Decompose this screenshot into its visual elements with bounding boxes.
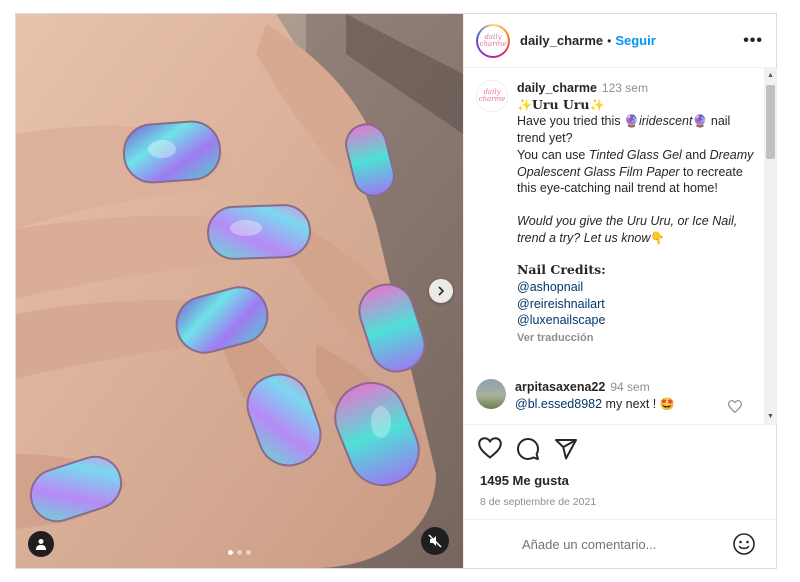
credit-link[interactable]: @reireishnailart: [517, 296, 755, 313]
tagged-users-button[interactable]: [28, 531, 54, 557]
carousel-dots: [228, 550, 251, 555]
user-icon: [36, 539, 46, 550]
caption-username[interactable]: daily_charme: [517, 81, 597, 95]
caption: daily charme daily_charme 123 sem ✨Uru Ur…: [476, 80, 761, 347]
emoji-icon[interactable]: [732, 532, 756, 556]
caption-time[interactable]: 123 sem: [602, 81, 648, 95]
crystal-ball-icon: 🔮: [624, 114, 639, 129]
caption-avatar[interactable]: daily charme: [476, 80, 508, 112]
likes-count[interactable]: 1495 Me gusta: [464, 461, 777, 488]
share-icon[interactable]: [554, 437, 578, 461]
brand-logo: daily charme: [479, 32, 507, 48]
crystal-ball-icon: 🔮: [692, 114, 708, 129]
pointing-down-icon: 👇: [650, 230, 666, 245]
brand-logo: daily charme: [478, 88, 506, 103]
comment-time[interactable]: 94 sem: [610, 380, 649, 394]
post-sidebar: daily charme daily_charme • Seguir ••• d…: [463, 14, 777, 568]
chevron-right-icon: [438, 286, 445, 296]
nails-photo: [16, 14, 463, 568]
post-date[interactable]: 8 de septiembre de 2021: [464, 488, 777, 508]
credit-link[interactable]: @luxenailscape: [517, 312, 755, 329]
next-slide-button[interactable]: [429, 279, 453, 303]
scroll-thumb[interactable]: [766, 85, 775, 159]
comment-input[interactable]: [520, 536, 724, 553]
sparkles-icon: ✨: [589, 97, 605, 112]
comments-scrollbar[interactable]: ▲ ▼: [764, 68, 777, 424]
comment-mention[interactable]: @bl.essed8982: [515, 397, 602, 411]
carousel-dot: [237, 550, 242, 555]
commenter-avatar[interactable]: [476, 379, 506, 409]
star-struck-icon: 🤩: [659, 397, 675, 411]
more-icon[interactable]: •••: [743, 32, 763, 50]
mute-button[interactable]: [421, 527, 449, 555]
mute-icon: [428, 534, 442, 548]
translate-link[interactable]: Ver traducción: [517, 332, 593, 344]
carousel-dot: [246, 550, 251, 555]
post-dialog: daily charme daily_charme • Seguir ••• d…: [15, 13, 777, 569]
caption-line2: You can use Tinted Glass Gel and Dreamy …: [517, 147, 754, 196]
sparkles-icon: ✨: [517, 97, 532, 112]
caption-line1: Have you tried this 🔮iridescent🔮 nail tr…: [517, 114, 731, 146]
comments-panel[interactable]: daily charme daily_charme 123 sem ✨Uru Ur…: [464, 68, 777, 424]
credit-link[interactable]: @ashopnail: [517, 279, 755, 296]
comment-body: arpitasaxena22 94 sem @bl.essed8982 my ne…: [515, 380, 675, 411]
like-comment-heart-icon[interactable]: [728, 400, 742, 413]
heart-icon[interactable]: [478, 437, 502, 459]
post-media[interactable]: [16, 14, 463, 568]
comment-composer: [464, 519, 777, 569]
author-username[interactable]: daily_charme: [520, 33, 603, 48]
separator-dot: •: [607, 33, 612, 48]
carousel-dot: [228, 550, 233, 555]
credits-title: Nail Credits:: [517, 262, 606, 278]
comment-item: arpitasaxena22 94 sem @bl.essed8982 my ne…: [476, 379, 761, 413]
post-header: daily charme daily_charme • Seguir •••: [464, 14, 777, 68]
post-actions: 1495 Me gusta 8 de septiembre de 2021: [464, 424, 777, 508]
caption-title: Uru Uru: [531, 96, 590, 112]
caption-line3: Would you give the Uru Uru, or Ice Nail,…: [517, 213, 738, 245]
comment-icon[interactable]: [516, 437, 540, 461]
commenter-username[interactable]: arpitasaxena22: [515, 380, 605, 394]
author-avatar[interactable]: daily charme: [476, 23, 510, 58]
caption-body: daily_charme 123 sem ✨Uru Uru✨ Have you t…: [517, 80, 755, 347]
follow-button[interactable]: Seguir: [615, 33, 655, 48]
